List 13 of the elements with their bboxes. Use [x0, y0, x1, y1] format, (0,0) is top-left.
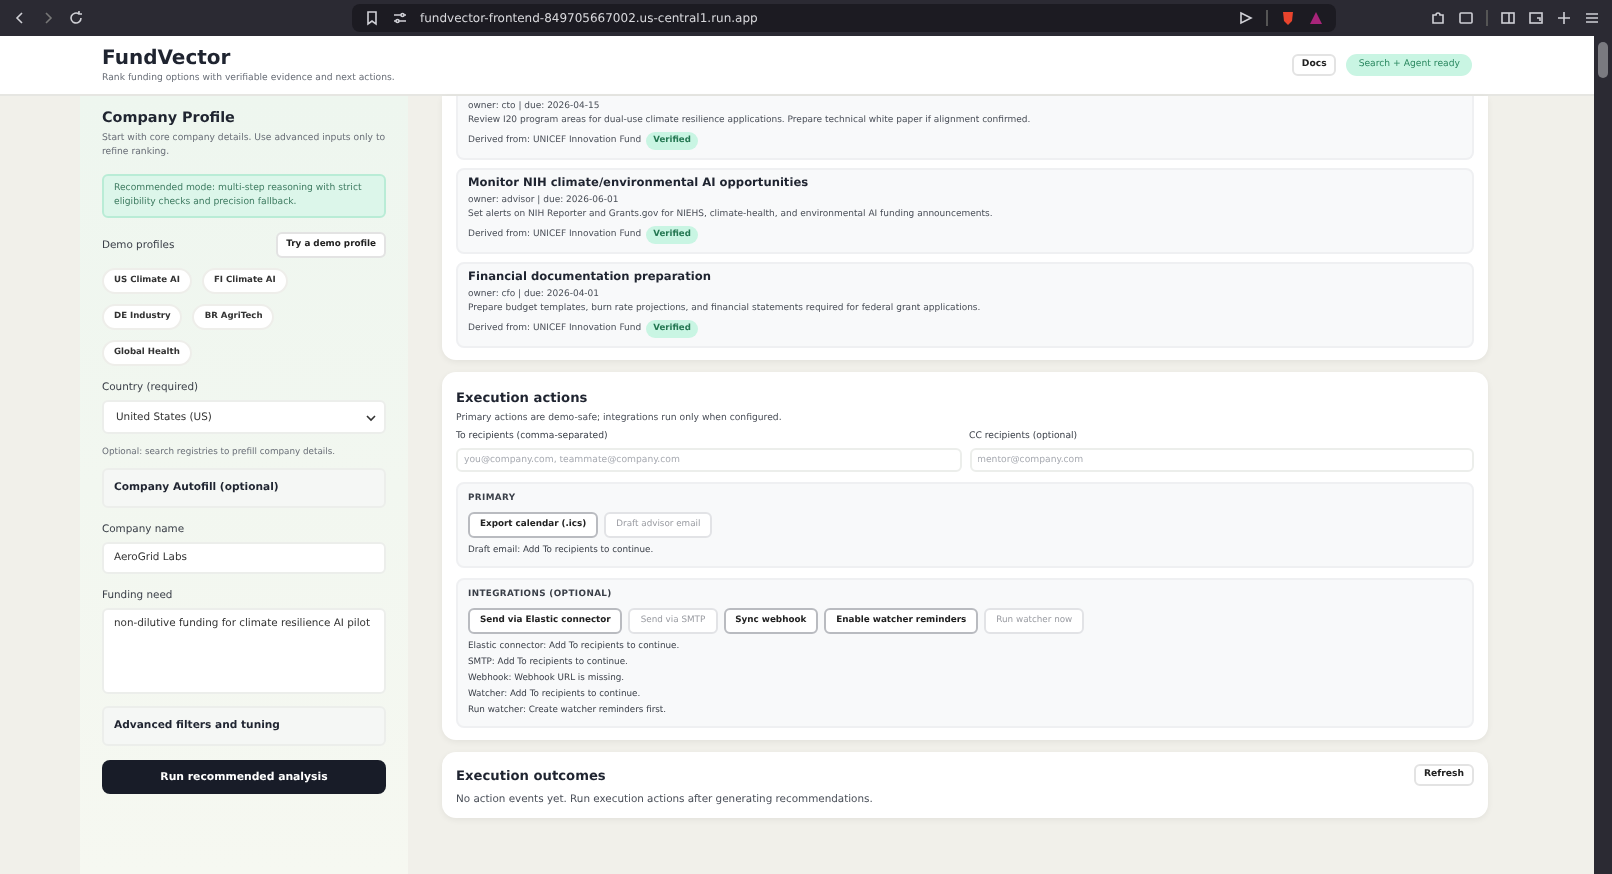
menu-icon[interactable]	[1584, 10, 1600, 26]
scrollbar[interactable]	[1594, 36, 1612, 874]
sidebar-icon[interactable]	[1500, 10, 1516, 26]
chevron-down-icon	[366, 413, 376, 422]
window-icon[interactable]	[1528, 10, 1544, 26]
forward-icon[interactable]	[40, 10, 56, 26]
site-settings-icon[interactable]	[392, 10, 408, 26]
triangle-icon[interactable]	[1308, 10, 1324, 26]
reload-icon[interactable]	[68, 10, 84, 26]
shield-icon[interactable]	[1280, 10, 1296, 26]
back-icon[interactable]	[12, 10, 28, 26]
bookmark-icon[interactable]	[364, 10, 380, 26]
app-title: FundVector	[102, 47, 233, 69]
